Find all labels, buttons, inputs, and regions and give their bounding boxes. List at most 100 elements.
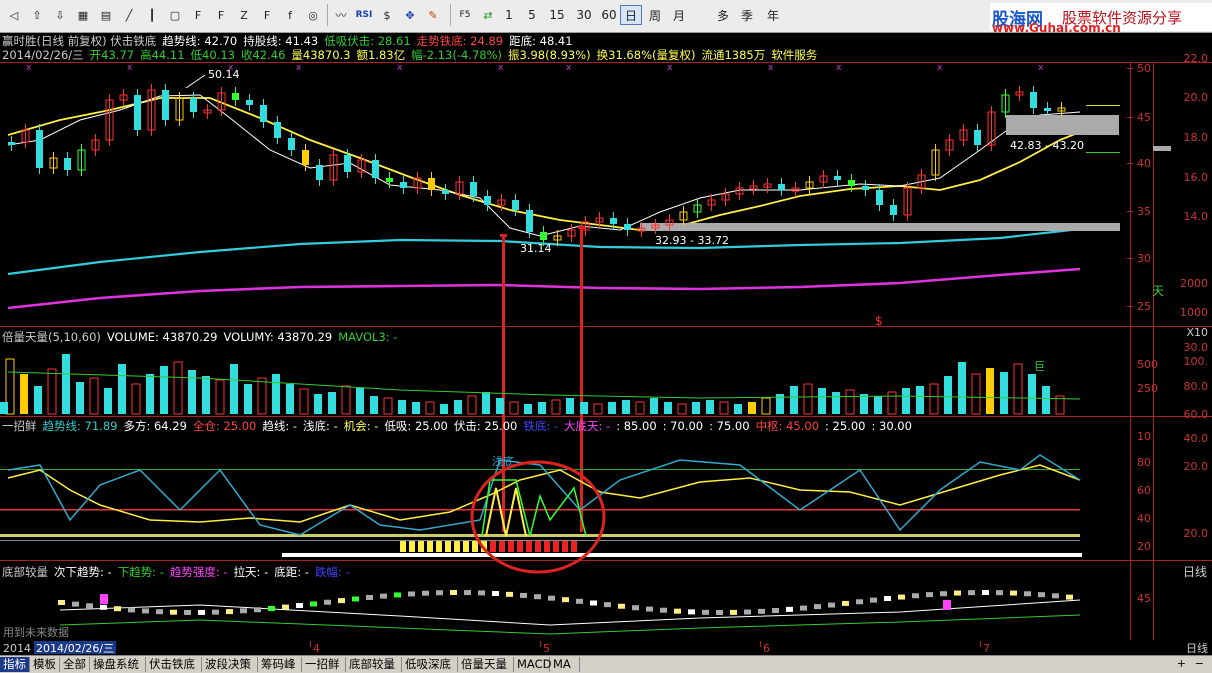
tab-9[interactable]: 低吸深底 <box>402 657 458 672</box>
candle-wick <box>417 172 418 194</box>
volume-right-label: 30.0 <box>1184 341 1209 354</box>
bottom-marker <box>954 590 961 596</box>
top-marker: x <box>1038 63 1044 73</box>
volume-bar <box>160 366 168 414</box>
indicator-axis-label: 60 <box>1137 484 1151 497</box>
volume-bar <box>650 398 658 414</box>
candle-wick <box>361 154 362 178</box>
candle <box>470 182 477 196</box>
date-axis-bg <box>0 640 1212 655</box>
tab-11[interactable]: MACD <box>514 657 551 672</box>
top-marker: x <box>498 63 504 73</box>
ititle-item: 机会: - <box>343 419 379 433</box>
candle-wick <box>809 176 810 194</box>
date-tick <box>310 641 311 647</box>
bottom-marker <box>86 603 93 609</box>
volume-bar <box>958 362 966 414</box>
tab-1[interactable]: 模板 <box>30 657 60 672</box>
right-axis-label: 2000 <box>1180 277 1208 290</box>
bottom-marker <box>240 608 247 614</box>
right-axis-label: 14.0 <box>1184 210 1209 223</box>
tab-8[interactable]: 底部较量 <box>346 657 402 672</box>
price-axis-line <box>1130 62 1131 652</box>
volume-bar <box>524 404 532 414</box>
tab-10[interactable]: 倍量天量 <box>458 657 514 672</box>
price-axis-label: 50 <box>1137 62 1151 75</box>
candle-wick <box>767 178 768 193</box>
tab-7[interactable]: 一招鲜 <box>302 657 346 672</box>
tab-0[interactable]: 指标 <box>0 657 30 672</box>
candle <box>190 98 197 112</box>
date-tick <box>980 641 981 647</box>
bottom-marker <box>562 597 569 603</box>
volume-bar <box>482 392 490 414</box>
scroll-plus-icon[interactable]: + <box>1177 657 1186 670</box>
top-marker: x <box>26 63 32 73</box>
signal-bar <box>499 540 505 552</box>
bottom-marker <box>842 600 849 606</box>
tab-12[interactable]: MA <box>550 657 580 672</box>
bottom-marker <box>352 596 359 602</box>
volume-bar <box>719 401 729 415</box>
volume-bar <box>748 402 756 414</box>
ititle-item: 一招鲜 <box>2 419 37 433</box>
volume-bar <box>916 386 924 414</box>
candle-wick <box>109 94 110 146</box>
btitle-item: 趋势强度: - <box>169 565 228 579</box>
price-axis-label: 40 <box>1137 157 1151 170</box>
tab-4[interactable]: 伏击铁底 <box>146 657 202 672</box>
candle-wick <box>179 92 180 126</box>
indicator-panel-title: 一招鲜 趋势线: 71.89 多方: 64.29 全仓: 25.00 趋线: - 浅底: … <box>2 418 918 434</box>
volume-bar <box>230 364 238 414</box>
bottom-marker <box>478 590 485 596</box>
candle <box>778 184 785 190</box>
volume-bar <box>1000 372 1008 414</box>
candle-wick <box>557 230 558 246</box>
bottom-marker <box>814 604 821 610</box>
volume-bar <box>215 379 225 415</box>
bottom-marker <box>856 599 863 605</box>
right-axis-label: X10 <box>1186 326 1208 339</box>
volume-axis-label: 250 <box>1137 382 1158 395</box>
bottom-marker <box>366 594 373 600</box>
volume-bar <box>622 400 630 414</box>
ititle-item: 伏击: 25.00 <box>453 419 518 433</box>
price-axis-label: 30 <box>1137 252 1151 265</box>
bottom-marker <box>464 590 471 596</box>
date-label: 4 <box>313 642 320 655</box>
signal-bar <box>526 540 532 552</box>
bottom-marker <box>730 609 737 615</box>
tab-3[interactable]: 操盘系统 <box>90 657 146 672</box>
tab-2[interactable]: 全部 <box>60 657 90 672</box>
volume-bar <box>370 396 378 414</box>
scroll-minus-icon[interactable]: − <box>1195 657 1204 670</box>
price-tick <box>1127 68 1133 69</box>
volume-bar <box>1042 386 1050 414</box>
signal-bar <box>535 540 541 552</box>
volume-bar <box>299 388 309 415</box>
volume-bar <box>845 389 855 415</box>
volume-bar <box>454 400 462 414</box>
top-marker: x <box>836 63 842 73</box>
ititle-item: 铁底: - <box>523 419 559 433</box>
btitle-item: 跌幅: - <box>314 565 350 579</box>
bottom-marker <box>800 605 807 611</box>
tab-6[interactable]: 筹码峰 <box>258 657 302 672</box>
bottom-watermark: 用到未来数据 <box>3 625 69 639</box>
bottom-marker <box>520 592 527 598</box>
volume-bar <box>20 374 28 414</box>
volume-bar <box>832 392 840 414</box>
candle-wick <box>53 152 54 174</box>
candle <box>302 150 309 165</box>
btitle-item: 下趋势: - <box>117 565 164 579</box>
bottom-marker <box>310 601 317 607</box>
candle <box>8 142 15 145</box>
tab-5[interactable]: 波段决策 <box>202 657 258 672</box>
volume-bar <box>692 402 700 414</box>
candle-wick <box>753 180 754 195</box>
stock-chart[interactable]: 50454035302522.020.018.016.014.020001000… <box>0 0 1212 655</box>
indicator-axis-label: 10 <box>1137 430 1151 443</box>
bottom-marker <box>254 607 261 613</box>
volume-bar <box>412 402 420 414</box>
btitle-item: 次下趋势: - <box>54 565 112 579</box>
